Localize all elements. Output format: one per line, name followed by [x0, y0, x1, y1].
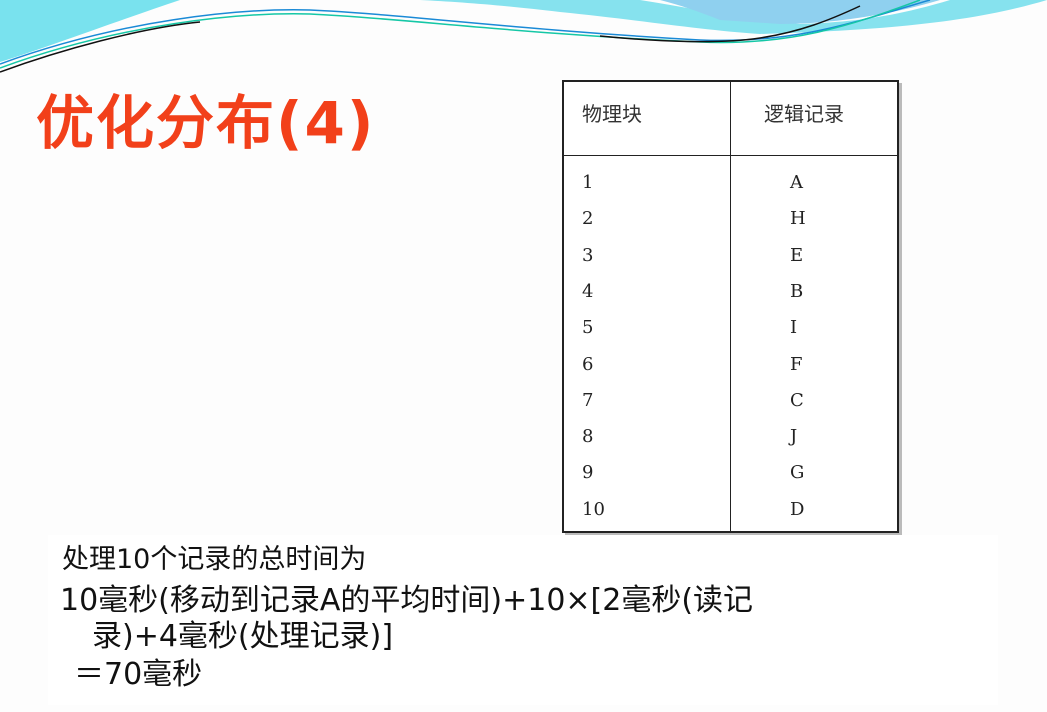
logical-record-cell: D [790, 498, 805, 520]
physical-block-cell: 8 [582, 426, 594, 448]
decorative-wave-banner [0, 0, 1047, 73]
logical-record-cell: J [790, 426, 798, 448]
physical-block-cell: 3 [582, 244, 594, 266]
table-row: 10 D [564, 499, 897, 535]
text-line-4: ＝70毫秒 [74, 657, 203, 692]
header-divider [564, 155, 897, 156]
logical-record-cell: C [790, 389, 804, 411]
logical-record-cell: E [790, 244, 804, 266]
logical-record-cell: G [790, 462, 805, 484]
logical-record-cell: F [790, 353, 803, 375]
physical-block-cell: 10 [582, 498, 605, 520]
slide-title: 优化分布(4) [36, 89, 376, 157]
table-row: 7C [564, 390, 897, 426]
physical-block-cell: 5 [582, 317, 594, 339]
block-record-table: 物理块 逻辑记录 1 A 2 H 3 E 4 B 5 I 6 F 7 C 8 J 9 G 10 D [562, 80, 899, 533]
header-logical-record: 逻辑记录 [764, 102, 844, 126]
physical-block-cell: 6 [582, 353, 594, 375]
physical-block-cell: 1 [582, 172, 594, 193]
table-row: 8J [564, 426, 897, 462]
physical-block-cell: 2 [582, 208, 594, 230]
table-row: 5I [564, 317, 897, 353]
logical-record-cell: I [790, 317, 798, 339]
calculation-text: 处理10个记录的总时间为 10毫秒(移动到记录A的平均时间)+10×[2毫秒(读… [48, 535, 998, 705]
table-row: 9G [564, 462, 897, 498]
logical-record-cell: B [790, 280, 804, 302]
table-row: 1A [564, 172, 897, 208]
physical-block-cell: 4 [582, 280, 594, 302]
text-line-1: 处理10个记录的总时间为 [62, 544, 367, 575]
table-row: 4B [564, 281, 897, 317]
table-row: 2H [564, 208, 897, 244]
logical-record-cell: A [790, 172, 803, 193]
table-row: 6F [564, 354, 897, 390]
table-row: 3E [564, 245, 897, 281]
physical-block-cell: 7 [582, 389, 594, 411]
logical-record-cell: H [790, 208, 806, 230]
physical-block-cell: 9 [582, 462, 594, 484]
header-physical-block: 物理块 [582, 102, 642, 126]
